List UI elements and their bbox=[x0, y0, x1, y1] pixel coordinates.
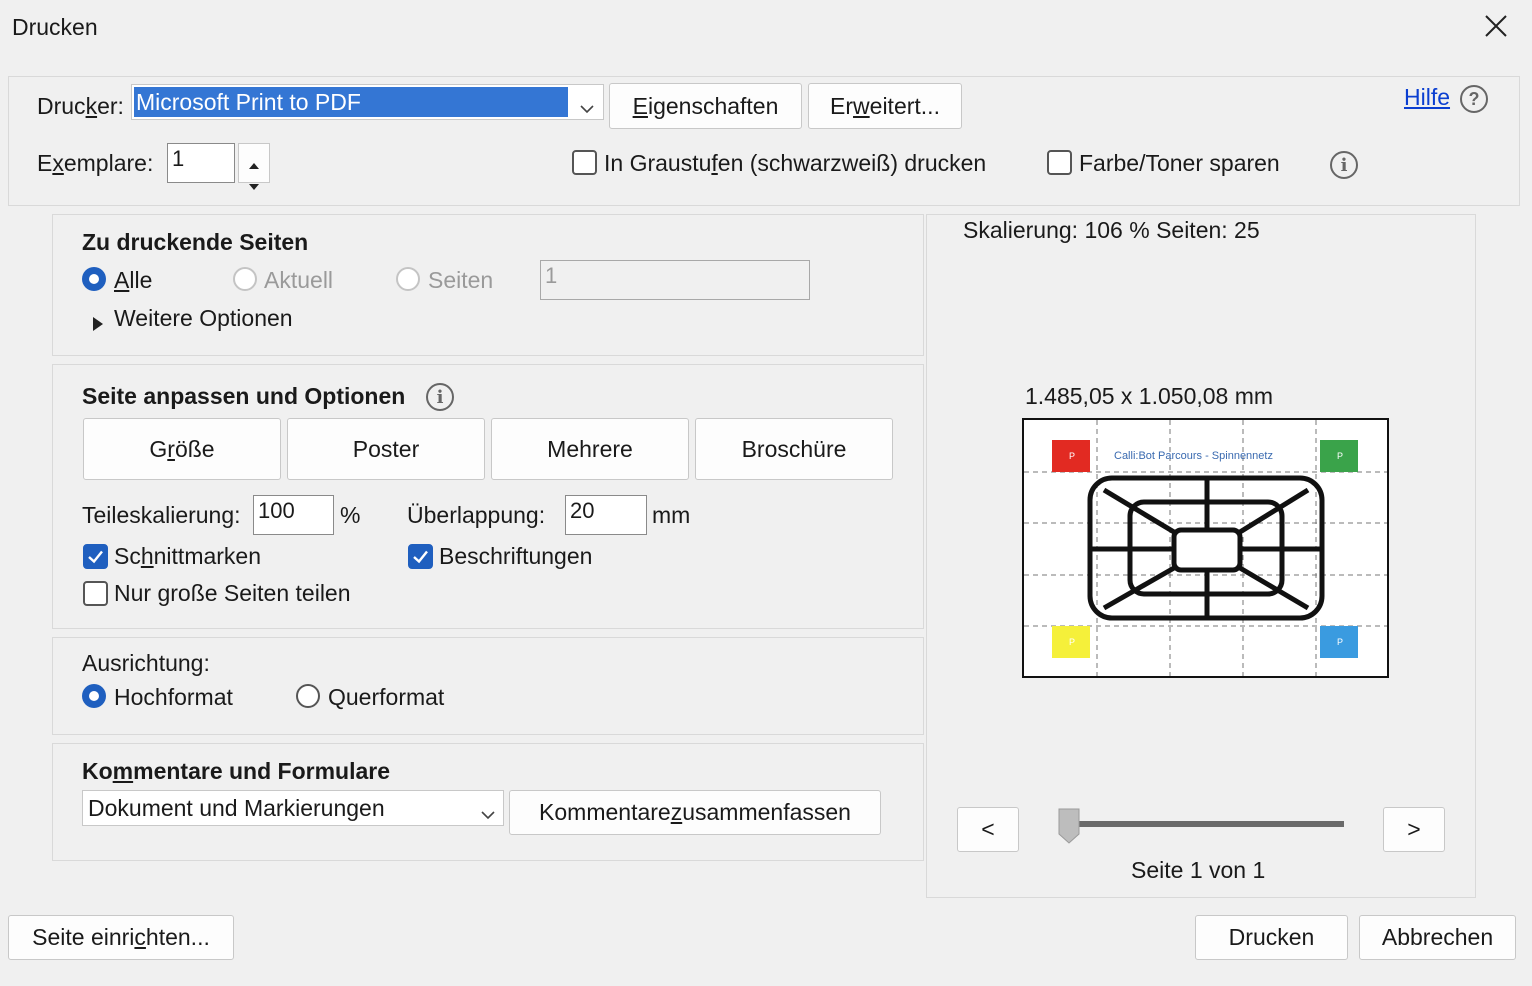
tile-scale-input[interactable]: 100 bbox=[253, 495, 334, 535]
info-icon[interactable]: i bbox=[1330, 151, 1358, 179]
cancel-button[interactable]: Abbrechen bbox=[1359, 915, 1516, 960]
page-slider[interactable] bbox=[1058, 808, 1346, 848]
overlap-label: Überlappung: bbox=[407, 502, 546, 528]
radio-pages-label: Seiten bbox=[428, 267, 494, 293]
cut-marks-label: Schnittmarken bbox=[114, 543, 262, 569]
triangle-right-icon[interactable] bbox=[92, 311, 104, 338]
save-toner-label: Farbe/Toner sparen bbox=[1079, 150, 1280, 176]
help-icon[interactable]: ? bbox=[1460, 85, 1488, 113]
checkmark-icon bbox=[413, 550, 428, 564]
copies-stepper[interactable] bbox=[238, 143, 270, 190]
save-toner-checkbox[interactable] bbox=[1047, 150, 1072, 175]
prev-page-button[interactable]: < bbox=[957, 807, 1019, 852]
chevron-down-icon bbox=[578, 95, 596, 122]
slider-track bbox=[1068, 821, 1344, 827]
radio-portrait-label: Hochformat bbox=[114, 684, 233, 710]
document-title: Calli:Bot Parcours - Spinnennetz bbox=[1114, 450, 1273, 462]
radio-all[interactable] bbox=[82, 267, 106, 291]
multiple-button[interactable]: Mehrere bbox=[491, 418, 689, 480]
slider-thumb[interactable] bbox=[1058, 808, 1080, 844]
orientation-heading: Ausrichtung: bbox=[82, 650, 210, 676]
marker-blue-label: P bbox=[1337, 637, 1344, 647]
chevron-down-icon bbox=[479, 801, 497, 828]
next-page-button[interactable]: > bbox=[1383, 807, 1445, 852]
page-indicator: Seite 1 von 1 bbox=[1131, 857, 1266, 883]
labels-label: Beschriftungen bbox=[439, 543, 593, 569]
window-title: Drucken bbox=[12, 14, 98, 40]
comments-select[interactable]: Dokument und Markierungen bbox=[82, 790, 504, 826]
copies-label: Exemplare: bbox=[37, 150, 154, 176]
printer-label: Drucker: bbox=[37, 93, 124, 119]
fit-info-icon[interactable]: i bbox=[426, 383, 454, 411]
radio-landscape-label: Querformat bbox=[328, 684, 445, 710]
printer-selected-value: Microsoft Print to PDF bbox=[134, 87, 568, 117]
pages-range-input[interactable]: 1 bbox=[540, 260, 810, 300]
large-only-label: Nur große Seiten teilen bbox=[114, 580, 351, 606]
help-link[interactable]: Hilfe bbox=[1404, 84, 1450, 111]
close-icon[interactable] bbox=[1480, 10, 1512, 42]
overlap-input[interactable]: 20 bbox=[565, 495, 647, 535]
comments-selected-value: Dokument und Markierungen bbox=[88, 795, 385, 821]
radio-current-label: Aktuell bbox=[264, 267, 334, 293]
booklet-button[interactable]: Broschüre bbox=[695, 418, 893, 480]
overlap-unit: mm bbox=[652, 502, 691, 528]
size-button[interactable]: Gr öße bbox=[83, 418, 281, 480]
labels-checkbox[interactable] bbox=[408, 544, 433, 569]
page-preview: P P P P Calli:Bot Parcours - Spinnennetz bbox=[1022, 418, 1389, 678]
scaling-info: Skalierung: 106 % Seiten: 25 bbox=[963, 217, 1260, 243]
spiderweb-drawing bbox=[1087, 475, 1325, 621]
radio-portrait[interactable] bbox=[82, 684, 106, 708]
copies-input[interactable]: 1 bbox=[167, 143, 235, 183]
marker-yellow-label: P bbox=[1069, 637, 1076, 647]
grayscale-label: In Graustufen (schwarzweiß) drucken bbox=[604, 150, 987, 176]
tile-scale-unit: % bbox=[340, 502, 361, 528]
marker-green-label: P bbox=[1337, 451, 1344, 461]
grayscale-checkbox[interactable] bbox=[572, 150, 597, 175]
checkmark-icon bbox=[88, 550, 103, 564]
fit-heading: Seite anpassen und Optionen bbox=[82, 383, 406, 409]
cut-marks-checkbox[interactable] bbox=[83, 544, 108, 569]
large-only-checkbox[interactable] bbox=[83, 581, 108, 606]
pages-heading: Zu druckende Seiten bbox=[82, 229, 309, 255]
summarize-comments-button[interactable]: Kommentare z usammenfassen bbox=[509, 790, 881, 835]
page-setup-button[interactable]: Seite einri c hten... bbox=[8, 915, 234, 960]
marker-red-label: P bbox=[1069, 451, 1076, 461]
poster-button[interactable]: Poster bbox=[287, 418, 485, 480]
radio-pages[interactable] bbox=[396, 267, 420, 291]
print-button[interactable]: Drucken bbox=[1195, 915, 1348, 960]
properties-button[interactable]: Eigenschaften bbox=[609, 83, 802, 129]
printer-select[interactable]: Microsoft Print to PDF bbox=[131, 84, 604, 120]
comments-heading: Kommentare und Formulare bbox=[82, 758, 391, 784]
radio-landscape[interactable] bbox=[296, 684, 320, 708]
paper-size: 1.485,05 x 1.050,08 mm bbox=[1025, 383, 1274, 409]
more-options-label[interactable]: Weitere Optionen bbox=[114, 305, 293, 332]
radio-all-label: Alle bbox=[114, 267, 153, 293]
advanced-button[interactable]: Er w eitert... bbox=[808, 83, 962, 129]
tile-scale-label: Teileskalierung: bbox=[82, 502, 241, 528]
arrow-down-icon[interactable] bbox=[248, 170, 260, 197]
radio-current[interactable] bbox=[233, 267, 257, 291]
